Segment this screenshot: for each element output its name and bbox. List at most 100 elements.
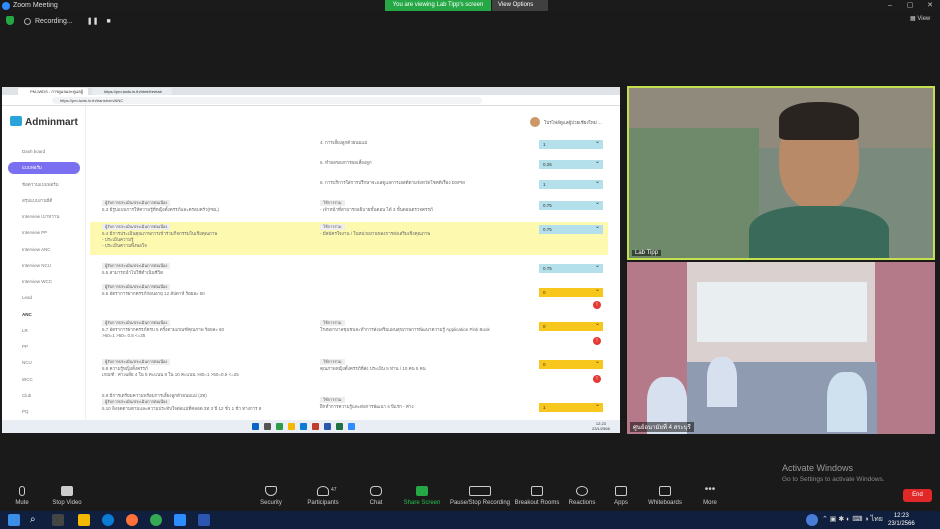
nav-item[interactable]: NCU bbox=[8, 357, 80, 369]
mute-label: Mute bbox=[15, 500, 29, 506]
nav-item[interactable]: Interview PP bbox=[8, 227, 80, 239]
recording-label: Recording... bbox=[35, 17, 73, 25]
edge-icon[interactable] bbox=[300, 423, 307, 430]
user-name: โปรไฟล์ดูแลผู้ป่วยเชียงใหม่ ... bbox=[544, 119, 602, 125]
criteria-tag: ผู้รับการประเมิน/ประเมินการต่อเนื่อง bbox=[102, 263, 171, 269]
microphone-icon bbox=[19, 486, 25, 496]
search-icon[interactable] bbox=[264, 423, 271, 430]
nav-item[interactable]: Interview เบาหวาน bbox=[8, 211, 80, 223]
nav-item[interactable]: LR bbox=[8, 325, 80, 337]
stop-recording-icon[interactable]: ■ bbox=[106, 18, 110, 25]
person-seated bbox=[707, 357, 737, 407]
nav-item[interactable]: Dash board bbox=[8, 146, 80, 158]
background-plants bbox=[629, 128, 759, 258]
criteria-text: 5.9 มีการเตรียมความพร้อมการเลี้ยงลูกด้วย… bbox=[102, 393, 207, 398]
url-field[interactable]: https://pm-iwds.in.th/transform/ANC bbox=[52, 97, 482, 104]
nav-item[interactable]: Interview NCU bbox=[8, 260, 80, 272]
minimize-icon[interactable]: – bbox=[880, 0, 900, 11]
windows-start-icon[interactable] bbox=[8, 514, 20, 526]
score-select[interactable]: 1 bbox=[539, 401, 603, 412]
security-button[interactable]: Security bbox=[244, 486, 298, 506]
nav-item[interactable]: WCC bbox=[8, 374, 80, 386]
zoom-icon[interactable] bbox=[348, 423, 355, 430]
criteria-block: ผู้รับการประเมิน/ประเมินการต่อเนื่อง 5.6 … bbox=[102, 284, 302, 297]
score-select[interactable]: 0.25 bbox=[539, 158, 603, 169]
view-label: View bbox=[917, 16, 931, 22]
start-icon[interactable] bbox=[252, 423, 259, 430]
excel-icon[interactable] bbox=[336, 423, 343, 430]
system-tray-icons[interactable]: ⌃ ▣ ✱ ◐ ⌨ ◑ ไทย bbox=[822, 514, 883, 525]
score-select[interactable]: 0.75 bbox=[539, 199, 603, 210]
browser-tab[interactable]: PM-IWDS - การดูแลและดูแลผู้ป่วย bbox=[18, 88, 88, 101]
nav-item[interactable]: Club bbox=[8, 390, 80, 402]
view-options-button[interactable]: View Options bbox=[492, 0, 548, 11]
nav-item-active[interactable]: แบบฟอร์ม bbox=[8, 162, 80, 174]
search-icon[interactable]: ⌕ bbox=[30, 514, 42, 526]
edge-icon[interactable] bbox=[102, 514, 114, 526]
nav-item[interactable]: ANC bbox=[8, 309, 80, 321]
file-explorer-icon[interactable] bbox=[78, 514, 90, 526]
alert-icon: ! bbox=[593, 375, 601, 383]
criteria-tag: ผู้รับการประเมิน/ประเมินการต่อเนื่อง bbox=[102, 284, 171, 290]
security-shield-icon bbox=[6, 16, 14, 25]
word-icon[interactable] bbox=[324, 423, 331, 430]
chat-label: Chat bbox=[369, 500, 383, 506]
nav-item[interactable]: PQ bbox=[8, 406, 80, 418]
user-menu[interactable]: โปรไฟล์ดูแลผู้ป่วยเชียงใหม่ ... bbox=[530, 117, 602, 127]
nav-item[interactable]: Interview WCC bbox=[8, 276, 80, 288]
maximize-icon[interactable]: ▢ bbox=[900, 0, 920, 11]
nav-item[interactable]: PP bbox=[8, 341, 80, 353]
video-tile-room[interactable]: ศูนย์อนามัยที่ 4 สระบุรี bbox=[627, 262, 935, 434]
chrome-icon[interactable] bbox=[276, 423, 283, 430]
browser-tab[interactable]: https://pm-iwds.in.th/html/freetab bbox=[92, 88, 172, 95]
word-icon[interactable] bbox=[198, 514, 210, 526]
score-select[interactable]: 0.75 bbox=[539, 223, 603, 234]
score-select[interactable]: 1 bbox=[539, 178, 603, 189]
pause-stop-icon bbox=[469, 486, 491, 496]
video-tile-speaker[interactable]: Lab Tipp bbox=[627, 86, 935, 260]
score-select[interactable]: 0 bbox=[539, 358, 603, 369]
zoom-app-icon bbox=[2, 1, 10, 10]
nav-item[interactable]: สรุปแบบงานมีดี bbox=[8, 195, 80, 207]
criteria-tag: ผู้รับการประเมิน/ประเมินการต่อเนื่อง bbox=[102, 399, 171, 405]
stop-video-button[interactable]: Stop Video bbox=[40, 486, 94, 506]
tray-app-icon[interactable] bbox=[806, 514, 818, 526]
taskbar-clock[interactable]: 12:23 23/1/2566 bbox=[888, 512, 915, 528]
score-select[interactable]: 0.75 bbox=[539, 262, 603, 273]
note-tag: ใช้การร่วม bbox=[320, 397, 345, 403]
criteria-tag: ผู้รับการประเมิน/ประเมินการต่อเนื่อง bbox=[102, 224, 171, 230]
share-screen-button[interactable]: Share Screen bbox=[395, 486, 449, 506]
score-select[interactable]: 0 bbox=[539, 286, 603, 297]
note-tag: ใช้การร่วม bbox=[320, 320, 345, 326]
pause-stop-recording-button[interactable]: Pause/Stop Recording bbox=[447, 486, 513, 506]
score-select[interactable]: 0 bbox=[539, 320, 603, 331]
more-button[interactable]: ••• More bbox=[683, 485, 737, 507]
close-icon[interactable]: ✕ bbox=[920, 0, 940, 11]
criteria-sub: >60=1 >50= 0.5 <=25 bbox=[102, 333, 146, 338]
score-select[interactable]: 1 bbox=[539, 138, 603, 149]
criteria-block: ผู้รับการประเมิน/ประเมินการต่อเนื่อง 5.5 … bbox=[102, 263, 302, 276]
nav-item[interactable]: Interview ANC bbox=[8, 244, 80, 256]
shared-windows-taskbar bbox=[2, 420, 620, 433]
folder-icon[interactable] bbox=[288, 423, 295, 430]
task-view-icon[interactable] bbox=[52, 514, 64, 526]
participants-icon bbox=[317, 486, 329, 496]
window-title: Zoom Meeting bbox=[13, 2, 58, 9]
clock-date: 23/1/2566 bbox=[888, 521, 915, 527]
meeting-info-bar bbox=[0, 11, 940, 29]
chrome-icon[interactable] bbox=[150, 514, 162, 526]
app-icon[interactable] bbox=[312, 423, 319, 430]
nav-item[interactable]: Lead bbox=[8, 292, 80, 304]
end-meeting-button[interactable]: End bbox=[903, 489, 932, 502]
note-tag: ใช้การร่วม bbox=[320, 359, 345, 365]
nav-item[interactable]: ข้อความแบบฟอร์ม bbox=[8, 179, 80, 191]
pause-recording-icon[interactable]: ❚❚ bbox=[87, 17, 99, 25]
shared-date: 23/1/2566 bbox=[592, 426, 610, 431]
more-label: More bbox=[703, 500, 717, 506]
firefox-icon[interactable] bbox=[126, 514, 138, 526]
participants-button[interactable]: Participants bbox=[296, 486, 350, 506]
breakout-rooms-icon bbox=[531, 486, 543, 496]
whiteboards-label: Whiteboards bbox=[648, 500, 682, 506]
view-button[interactable]: ▦ View bbox=[910, 15, 930, 22]
zoom-taskbar-icon[interactable] bbox=[174, 514, 186, 526]
